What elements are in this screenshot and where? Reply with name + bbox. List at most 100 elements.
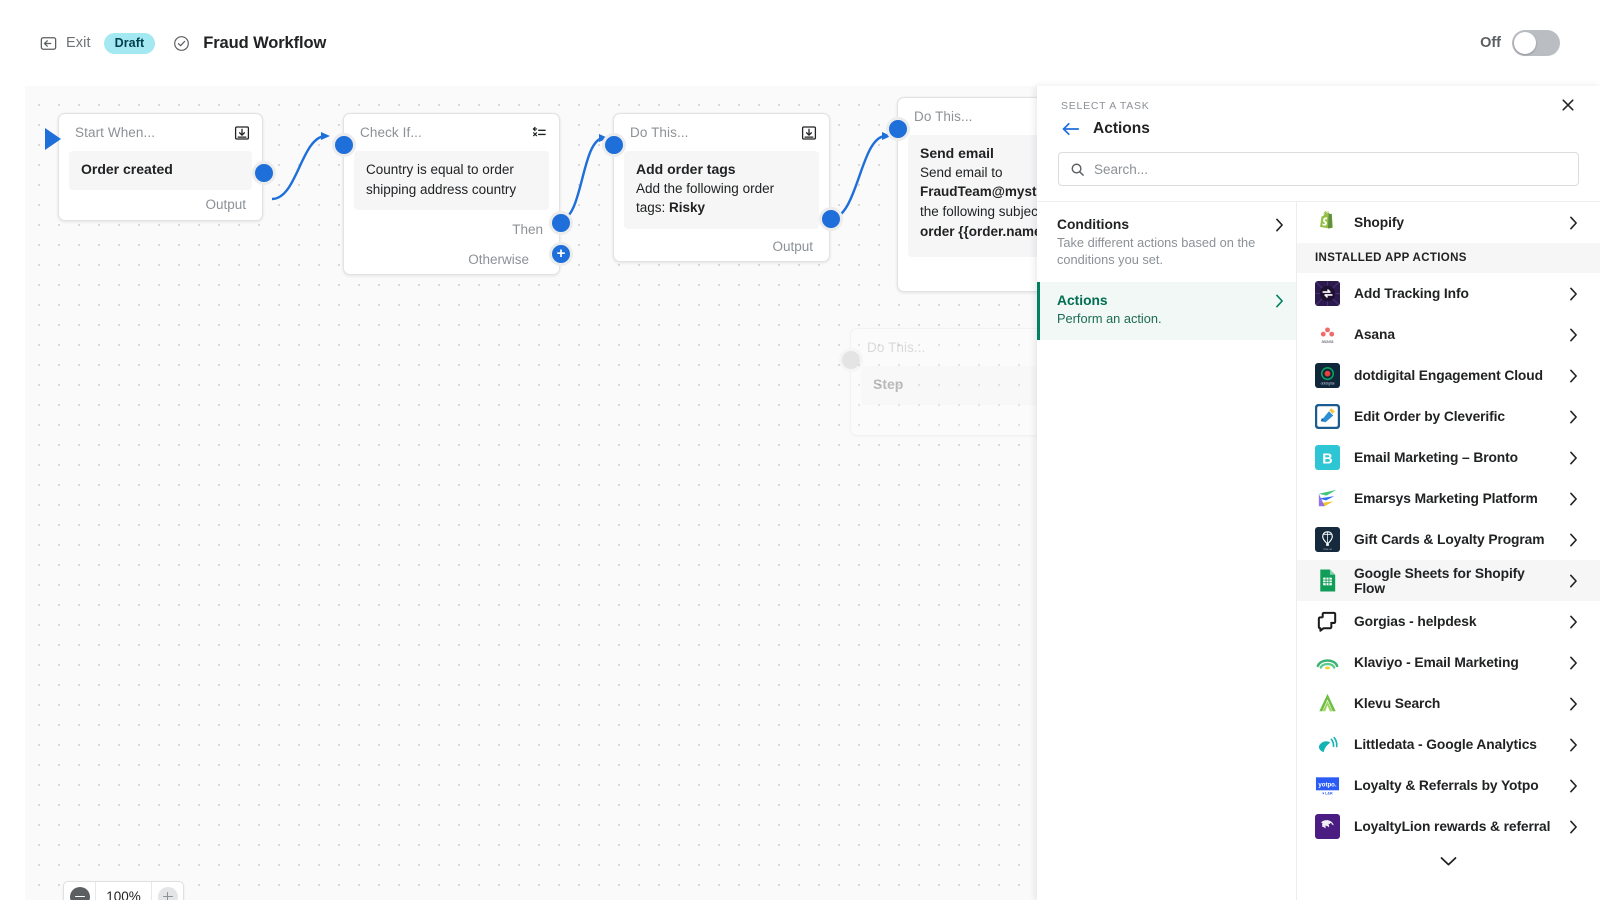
check-input-port[interactable] — [332, 133, 356, 157]
chevron-right-icon — [1569, 216, 1578, 230]
exit-button[interactable]: Exit — [40, 35, 91, 52]
app-action-row[interactable]: Shopify — [1297, 202, 1600, 243]
task-item-actions[interactable]: Actions Perform an action. — [1037, 282, 1296, 340]
start-output-port[interactable] — [252, 161, 276, 185]
app-action-label: dotdigital Engagement Cloud — [1354, 368, 1543, 383]
app-action-row[interactable]: Gorgias - helpdesk — [1297, 601, 1600, 642]
node-body: Order created — [69, 151, 252, 190]
app-action-row[interactable]: asanaAsana — [1297, 314, 1600, 355]
email-input-port[interactable] — [886, 117, 910, 141]
littledata-icon — [1315, 732, 1340, 757]
app-action-label: Littledata - Google Analytics — [1354, 737, 1537, 752]
save-step-icon[interactable] — [234, 125, 250, 141]
chevron-right-icon — [1569, 451, 1578, 465]
svg-text:B: B — [1322, 451, 1332, 467]
otherwise-add-step-button[interactable]: + — [549, 242, 573, 266]
start-play-icon — [43, 126, 65, 152]
zoom-control: 100% — [63, 881, 184, 900]
top-bar-right-group: Off — [1480, 30, 1600, 56]
task-item-label: Conditions — [1057, 217, 1270, 232]
svg-text:▾ L&R: ▾ L&R — [1321, 792, 1333, 796]
app-action-row[interactable]: dotdigital dotdigital Engagement Cloud — [1297, 355, 1600, 396]
asana-icon: asana — [1315, 322, 1340, 347]
node-header: Do This... — [614, 114, 829, 151]
app-action-row[interactable]: Edit Order by Cleverific — [1297, 396, 1600, 437]
condition-icon[interactable] — [531, 125, 547, 141]
app-action-label: Klevu Search — [1354, 696, 1440, 711]
chevron-right-icon — [1569, 779, 1578, 793]
app-action-row[interactable]: Klaviyo - Email Marketing — [1297, 642, 1600, 683]
panel-kicker: SELECT A TASK — [1061, 100, 1576, 112]
node-header-title: Do This... — [867, 340, 926, 355]
rise-ai-icon: rise.ai — [1315, 527, 1340, 552]
google-sheets-icon — [1315, 568, 1340, 593]
chevron-right-icon — [1569, 697, 1578, 711]
app-action-row[interactable]: Emarsys Marketing Platform — [1297, 478, 1600, 519]
chevron-right-icon — [1569, 574, 1578, 588]
app-action-row[interactable]: Littledata - Google Analytics — [1297, 724, 1600, 765]
node-check-if[interactable]: Check If... Country is equal to order sh… — [343, 113, 560, 275]
save-step-icon[interactable] — [801, 125, 817, 141]
chevron-right-icon — [1569, 328, 1578, 342]
app-action-label: Gorgias - helpdesk — [1354, 614, 1476, 629]
node-output-row: Output — [59, 190, 262, 220]
chevron-right-icon — [1569, 820, 1578, 834]
tags-output-port[interactable] — [819, 207, 843, 231]
tags-input-port[interactable] — [602, 133, 626, 157]
task-item-conditions[interactable]: Conditions Take different actions based … — [1037, 206, 1296, 282]
then-output-port[interactable] — [549, 211, 573, 235]
canvas-left-gutter — [0, 86, 25, 900]
zoom-out-button[interactable] — [64, 882, 95, 900]
close-icon — [1561, 98, 1575, 112]
app-action-row[interactable]: Klevu Search — [1297, 683, 1600, 724]
app-action-label: Gift Cards & Loyalty Program — [1354, 532, 1544, 547]
close-panel-button[interactable] — [1557, 94, 1579, 116]
flow-editor-app: Exit Draft Fraud Workflow Off — [0, 0, 1600, 900]
dotdigital-icon: dotdigital — [1315, 363, 1340, 388]
exit-arrow-icon — [40, 35, 57, 52]
ghost-input-port — [839, 348, 863, 372]
scroll-down-button[interactable] — [1297, 847, 1600, 875]
node-then-row: Then — [344, 214, 559, 244]
app-action-row[interactable]: LoyaltyLion rewards & referral — [1297, 806, 1600, 847]
node-add-order-tags[interactable]: Do This... Add order tags Add the follow… — [613, 113, 830, 262]
app-action-list[interactable]: ShopifyINSTALLED APP ACTIONSAdd Tracking… — [1297, 202, 1600, 900]
klaviyo-icon — [1315, 650, 1340, 675]
app-action-label: Add Tracking Info — [1354, 286, 1469, 301]
plus-icon — [158, 887, 178, 900]
task-item-label: Actions — [1057, 293, 1270, 308]
app-list-container: ShopifyINSTALLED APP ACTIONSAdd Tracking… — [1297, 202, 1600, 847]
svg-text:asana: asana — [1321, 339, 1334, 344]
page-title: Fraud Workflow — [203, 34, 326, 53]
yotpo-icon: yotpo. ▾ L&R — [1315, 773, 1340, 798]
search-input[interactable]: Search... — [1058, 152, 1579, 186]
app-action-label: Emarsys Marketing Platform — [1354, 491, 1538, 506]
app-action-row[interactable]: BEmail Marketing – Bronto — [1297, 437, 1600, 478]
back-arrow-icon[interactable] — [1061, 121, 1080, 137]
chevron-right-icon — [1569, 287, 1578, 301]
app-action-row[interactable]: Add Tracking Info — [1297, 273, 1600, 314]
chevron-right-icon — [1569, 615, 1578, 629]
node-start-when[interactable]: Start When... Order created Output — [58, 113, 263, 221]
workflow-enable-toggle[interactable] — [1512, 30, 1560, 56]
email-subject-prefix: the following subject: — [920, 204, 1049, 219]
top-bar: Exit Draft Fraud Workflow Off — [0, 0, 1600, 86]
app-action-row[interactable]: rise.ai Gift Cards & Loyalty Program — [1297, 519, 1600, 560]
condition-text: Country is equal to order shipping addre… — [366, 160, 537, 199]
task-type-list: Conditions Take different actions based … — [1037, 202, 1297, 900]
node-header-title: Do This... — [630, 125, 689, 140]
svg-text:yotpo.: yotpo. — [1318, 782, 1336, 788]
loyaltylion-icon — [1315, 814, 1340, 839]
chevron-right-icon — [1569, 738, 1578, 752]
toggle-label: Off — [1480, 35, 1501, 51]
app-action-row[interactable]: Google Sheets for Shopify Flow — [1297, 560, 1600, 601]
task-item-description: Perform an action. — [1057, 310, 1270, 327]
app-action-row[interactable]: yotpo.▾ L&RLoyalty & Referrals by Yotpo — [1297, 765, 1600, 806]
then-port-label: Then — [512, 222, 543, 237]
zoom-in-button[interactable] — [152, 882, 183, 900]
klevu-icon — [1315, 691, 1340, 716]
chevron-right-icon — [1569, 492, 1578, 506]
node-header-title: Check If... — [360, 125, 422, 140]
select-task-panel: SELECT A TASK Actions Search. — [1037, 86, 1600, 900]
node-header-title: Do This... — [914, 109, 973, 124]
